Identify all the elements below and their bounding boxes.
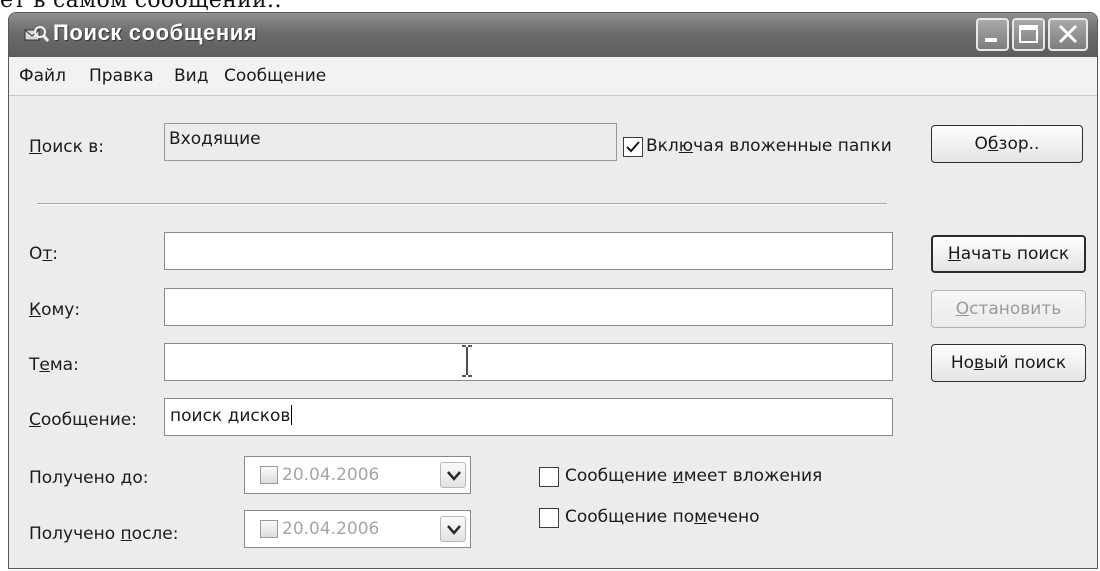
title-bar[interactable]: Поиск сообщения bbox=[9, 13, 1097, 57]
received-after-date-picker[interactable]: 20.04.2006 bbox=[244, 510, 471, 548]
has-attachments-checkbox[interactable] bbox=[539, 467, 559, 487]
received-after-dropdown-button[interactable] bbox=[440, 516, 466, 542]
has-attachments-label[interactable]: Сообщение имеет вложения bbox=[565, 466, 822, 486]
received-after-date-value: 20.04.2006 bbox=[282, 519, 380, 539]
start-search-button[interactable]: Начать поиск bbox=[931, 235, 1086, 273]
flagged-label[interactable]: Сообщение помечено bbox=[565, 507, 759, 527]
to-label: Кому: bbox=[29, 300, 81, 320]
minimize-icon bbox=[985, 38, 997, 42]
separator-line bbox=[37, 203, 887, 205]
to-input[interactable] bbox=[164, 288, 893, 326]
text-caret bbox=[291, 405, 293, 425]
menu-view[interactable]: Вид bbox=[174, 66, 208, 86]
new-search-button[interactable]: Новый поиск bbox=[931, 344, 1086, 382]
message-text-input[interactable]: поиск дисков bbox=[164, 398, 893, 436]
message-text-value: поиск дисков bbox=[170, 406, 291, 426]
find-message-app-icon bbox=[23, 24, 50, 46]
minimize-button[interactable] bbox=[976, 18, 1009, 51]
subject-label: Тема: bbox=[29, 355, 79, 375]
menu-bar: Файл Правка Вид Сообщение bbox=[9, 57, 1097, 96]
received-before-enable-checkbox[interactable] bbox=[260, 466, 278, 484]
from-label: От: bbox=[29, 244, 59, 264]
received-before-label: Получено до: bbox=[29, 468, 149, 488]
received-after-enable-checkbox[interactable] bbox=[260, 520, 278, 538]
received-before-dropdown-button[interactable] bbox=[440, 462, 466, 488]
dialog-body: Поиск в: Входящие Включая вложенные папк… bbox=[9, 96, 1097, 568]
menu-file[interactable]: Файл bbox=[19, 66, 66, 86]
received-before-date-value: 20.04.2006 bbox=[282, 465, 380, 485]
close-icon bbox=[1058, 24, 1078, 44]
received-before-date-picker[interactable]: 20.04.2006 bbox=[244, 456, 471, 494]
close-button[interactable] bbox=[1048, 18, 1088, 51]
from-input[interactable] bbox=[164, 232, 893, 270]
subject-input[interactable] bbox=[164, 343, 893, 381]
chevron-down-icon bbox=[447, 471, 461, 481]
search-in-label: Поиск в: bbox=[29, 137, 105, 157]
chevron-down-icon bbox=[447, 525, 461, 535]
maximize-button[interactable] bbox=[1012, 18, 1045, 51]
received-after-label: Получено после: bbox=[29, 524, 179, 544]
menu-edit[interactable]: Правка bbox=[89, 66, 154, 86]
find-message-window: Поиск сообщения Файл Правка Вид Сообщени… bbox=[8, 12, 1098, 569]
stop-button[interactable]: Остановить bbox=[931, 290, 1086, 328]
maximize-icon bbox=[1019, 25, 1038, 43]
include-subfolders-label[interactable]: Включая вложенные папки bbox=[646, 136, 892, 156]
include-subfolders-checkbox[interactable] bbox=[623, 137, 643, 157]
window-title: Поиск сообщения bbox=[53, 20, 258, 45]
checkmark-icon bbox=[626, 141, 640, 153]
search-in-folder-field: Входящие bbox=[164, 123, 617, 161]
message-label: Сообщение: bbox=[29, 410, 137, 430]
flagged-checkbox[interactable] bbox=[539, 508, 559, 528]
text-cursor-icon bbox=[462, 345, 472, 377]
menu-message[interactable]: Сообщение bbox=[224, 66, 326, 86]
browse-button[interactable]: Обзор.. bbox=[931, 125, 1083, 163]
